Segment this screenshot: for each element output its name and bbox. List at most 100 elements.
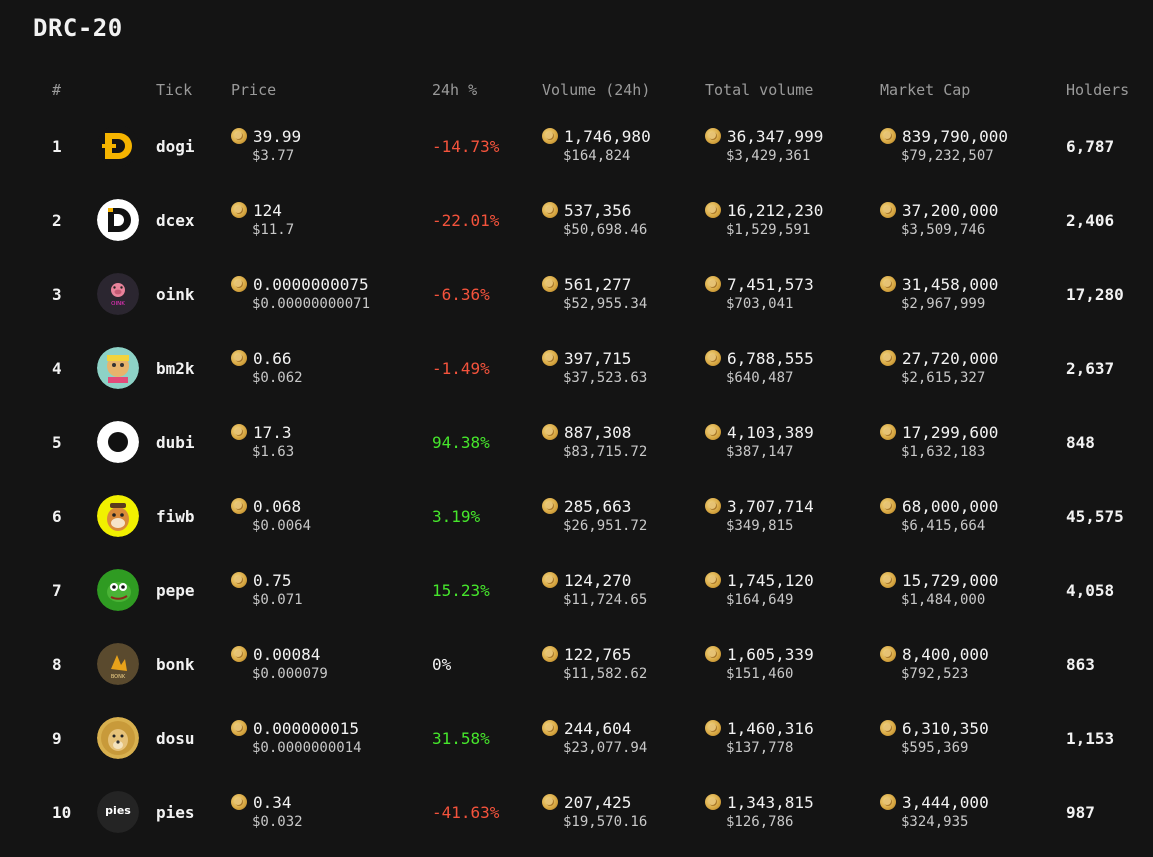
total-volume-usd: $640,487 xyxy=(726,370,794,386)
market-cap-doge: 31,458,000 xyxy=(902,275,999,294)
tick-link[interactable]: bm2k xyxy=(156,359,195,378)
doge-coin-icon xyxy=(880,128,896,144)
doge-coin-icon xyxy=(231,498,247,514)
volume-cell: 285,663 $26,951.72 xyxy=(542,497,647,534)
page-title: DRC-20 xyxy=(33,14,123,42)
doge-coin-icon xyxy=(880,276,896,292)
doge-coin-icon xyxy=(705,128,721,144)
change-24h: 3.19% xyxy=(432,507,481,526)
price-usd: $1.63 xyxy=(252,444,295,460)
total-volume-usd: $3,429,361 xyxy=(726,148,811,164)
table-row[interactable]: 2 dcex 124 $11.7 -22.01% 537,356 $50,698… xyxy=(0,191,1153,265)
price-cell: 0.66 $0.062 xyxy=(231,349,303,386)
doge-coin-icon xyxy=(705,572,721,588)
holders-count: 2,406 xyxy=(1066,211,1115,230)
tick-link[interactable]: dogi xyxy=(156,137,195,156)
change-24h: -6.36% xyxy=(432,285,490,304)
change-24h: -22.01% xyxy=(432,211,500,230)
pepe-logo-icon xyxy=(97,569,139,611)
volume-usd: $11,724.65 xyxy=(563,592,648,608)
table-row[interactable]: 6 fiwb 0.068 $0.0064 3.19% 285,663 $26,9… xyxy=(0,487,1153,561)
market-cap-cell: 8,400,000 $792,523 xyxy=(880,645,989,682)
price-cell: 39.99 $3.77 xyxy=(231,127,301,164)
table-row[interactable]: 4 bm2k 0.66 $0.062 -1.49% 397,715 $37,52… xyxy=(0,339,1153,413)
table-row[interactable]: 3 OINK oink 0.0000000075 $0.00000000071 … xyxy=(0,265,1153,339)
table-row[interactable]: 9 dosu 0.000000015 $0.0000000014 31.58% … xyxy=(0,709,1153,783)
price-cell: 124 $11.7 xyxy=(231,201,294,238)
rank: 1 xyxy=(52,137,62,156)
price-doge: 39.99 xyxy=(253,127,302,146)
column-header-total-volume[interactable]: Total volume xyxy=(705,81,813,99)
volume-usd: $83,715.72 xyxy=(563,444,648,460)
tick-link[interactable]: pepe xyxy=(156,581,195,600)
volume-usd: $19,570.16 xyxy=(563,814,648,830)
total-volume-usd: $126,786 xyxy=(726,814,794,830)
column-header-tick[interactable]: Tick xyxy=(156,81,192,99)
doge-coin-icon xyxy=(542,646,558,662)
table-row[interactable]: 7 pepe 0.75 $0.071 15.23% 124,270 $11,72… xyxy=(0,561,1153,635)
column-header-change[interactable]: 24h % xyxy=(432,81,477,99)
total-volume-doge: 3,707,714 xyxy=(727,497,814,516)
holders-count: 4,058 xyxy=(1066,581,1115,600)
tick-link[interactable]: bonk xyxy=(156,655,195,674)
volume-usd: $164,824 xyxy=(563,148,631,164)
total-volume-usd: $387,147 xyxy=(726,444,794,460)
doge-coin-icon xyxy=(231,720,247,736)
price-cell: 0.000000015 $0.0000000014 xyxy=(231,719,362,756)
tick-link[interactable]: oink xyxy=(156,285,195,304)
doge-coin-icon xyxy=(880,646,896,662)
bm2k-logo-icon xyxy=(97,347,139,389)
price-doge: 124 xyxy=(253,201,282,220)
price-usd: $0.071 xyxy=(252,592,303,608)
volume-usd: $23,077.94 xyxy=(563,740,648,756)
volume-cell: 397,715 $37,523.63 xyxy=(542,349,647,386)
tick-link[interactable]: dosu xyxy=(156,729,195,748)
total-volume-usd: $703,041 xyxy=(726,296,794,312)
doge-coin-icon xyxy=(542,794,558,810)
price-usd: $0.000079 xyxy=(252,666,328,682)
column-header-price[interactable]: Price xyxy=(231,81,276,99)
holders-count: 6,787 xyxy=(1066,137,1115,156)
doge-coin-icon xyxy=(231,646,247,662)
oink-logo-icon: OINK xyxy=(97,273,139,315)
doge-coin-icon xyxy=(705,498,721,514)
total-volume-cell: 1,343,815 $126,786 xyxy=(705,793,814,830)
table-row[interactable]: 5 dubi 17.3 $1.63 94.38% 887,308 $83,715… xyxy=(0,413,1153,487)
doge-coin-icon xyxy=(542,424,558,440)
price-cell: 0.0000000075 $0.00000000071 xyxy=(231,275,370,312)
market-cap-usd: $1,484,000 xyxy=(901,592,986,608)
rank: 6 xyxy=(52,507,62,526)
price-cell: 17.3 $1.63 xyxy=(231,423,294,460)
market-cap-cell: 3,444,000 $324,935 xyxy=(880,793,989,830)
tick-link[interactable]: fiwb xyxy=(156,507,195,526)
doge-coin-icon xyxy=(880,498,896,514)
total-volume-doge: 36,347,999 xyxy=(727,127,824,146)
total-volume-cell: 16,212,230 $1,529,591 xyxy=(705,201,823,238)
column-header-volume[interactable]: Volume (24h) xyxy=(542,81,650,99)
doge-coin-icon xyxy=(880,424,896,440)
tick-link[interactable]: dcex xyxy=(156,211,195,230)
price-cell: 0.75 $0.071 xyxy=(231,571,303,608)
table-row[interactable]: 8 BONK bonk 0.00084 $0.000079 0% 122,765… xyxy=(0,635,1153,709)
table-row[interactable]: 10 pies pies 0.34 $0.032 -41.63% 207,425… xyxy=(0,783,1153,857)
tick-link[interactable]: pies xyxy=(156,803,195,822)
volume-cell: 244,604 $23,077.94 xyxy=(542,719,647,756)
market-cap-doge: 68,000,000 xyxy=(902,497,999,516)
rank: 9 xyxy=(52,729,62,748)
column-header-market-cap[interactable]: Market Cap xyxy=(880,81,970,99)
price-doge: 17.3 xyxy=(253,423,292,442)
rank: 5 xyxy=(52,433,62,452)
tick-link[interactable]: dubi xyxy=(156,433,195,452)
market-cap-doge: 3,444,000 xyxy=(902,793,989,812)
price-doge: 0.75 xyxy=(253,571,292,590)
volume-doge: 537,356 xyxy=(564,201,632,220)
table-row[interactable]: 1 dogi 39.99 $3.77 -14.73% 1,746,980 $16… xyxy=(0,117,1153,191)
market-cap-cell: 15,729,000 $1,484,000 xyxy=(880,571,998,608)
column-header-holders[interactable]: Holders xyxy=(1066,81,1129,99)
volume-usd: $11,582.62 xyxy=(563,666,648,682)
total-volume-doge: 6,788,555 xyxy=(727,349,814,368)
price-doge: 0.00084 xyxy=(253,645,321,664)
price-usd: $11.7 xyxy=(252,222,295,238)
price-cell: 0.068 $0.0064 xyxy=(231,497,311,534)
doge-coin-icon xyxy=(542,498,558,514)
